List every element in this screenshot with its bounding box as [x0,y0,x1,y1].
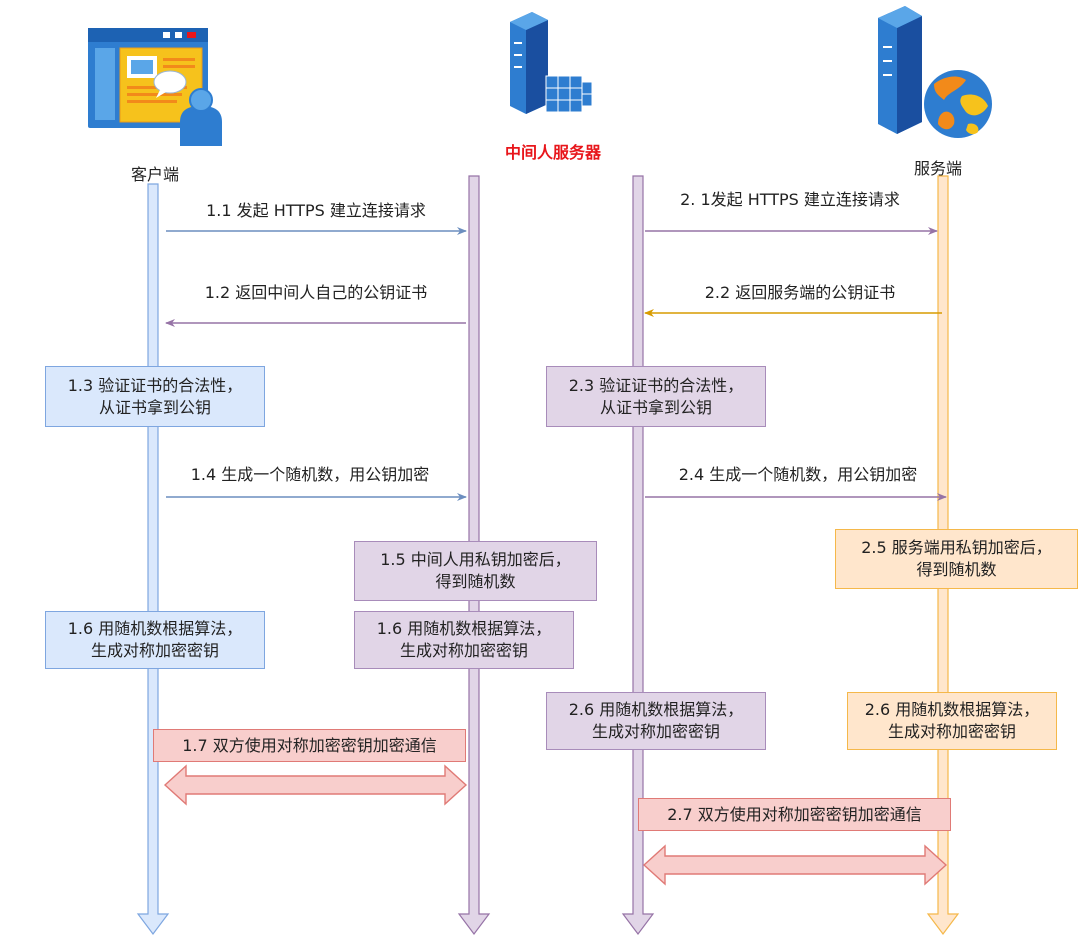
step-2-3-line-2: 从证书拿到公钥 [599,397,712,417]
message-1-1: 1.1 发起 HTTPS 建立连接请求 [206,201,426,220]
message-1-4: 1.4 生成一个随机数，用公钥加密 [190,465,430,484]
step-1-7-line-1: 1.7 双方使用对称加密密钥加密通信 [182,735,437,755]
step-1-6-mitm-box: 1.6 用随机数根据算法， 生成对称加密密钥 [354,611,574,669]
server-tower-grid-icon [510,12,593,114]
step-1-3-line-1: 1.3 验证证书的合法性， [67,375,243,395]
step-2-7-box: 2.7 双方使用对称加密密钥加密通信 [638,798,951,831]
step-1-6-client-line-1: 1.6 用随机数根据算法， [67,619,243,638]
mitm-server-label: 中间人服务器 [504,143,602,162]
https-mitm-sequence-diagram: 客户端 中间人服务器 服务端 1.1 发起 HTTPS 建立连接请求 1.2 返… [0,0,1087,936]
step-1-6-client-box: 1.6 用随机数根据算法， 生成对称加密密钥 [45,611,265,669]
step-1-3-line-2: 从证书拿到公钥 [98,397,211,417]
double-arrow-2-7 [642,844,948,886]
step-2-3-line-1: 2.3 验证证书的合法性， [568,375,744,395]
step-2-7-line-1: 2.7 双方使用对称加密密钥加密通信 [667,804,922,824]
step-2-6-mitm-line-2: 生成对称加密密钥 [591,722,720,741]
step-2-6-server-line-1: 2.6 用随机数根据算法， [864,700,1040,719]
step-2-6-mitm-line-1: 2.6 用随机数根据算法， [568,700,744,719]
step-2-5-box: 2.5 服务端用私钥加密后， 得到随机数 [835,529,1078,589]
step-2-5-line-1: 2.5 服务端用私钥加密后， [861,538,1052,557]
step-2-6-mitm-box: 2.6 用随机数根据算法， 生成对称加密密钥 [546,692,766,750]
message-2-4: 2.4 生成一个随机数，用公钥加密 [678,465,918,484]
step-2-6-server-line-2: 生成对称加密密钥 [887,722,1016,741]
step-1-3-box: 1.3 验证证书的合法性， 从证书拿到公钥 [45,366,265,427]
client-browser-user-icon [88,28,222,146]
step-1-6-mitm-line-1: 1.6 用随机数根据算法， [376,619,552,638]
step-1-7-box: 1.7 双方使用对称加密密钥加密通信 [153,729,466,762]
server-label: 服务端 [913,159,963,178]
step-1-5-line-2: 得到随机数 [435,572,516,591]
message-2-2: 2.2 返回服务端的公钥证书 [704,283,896,302]
message-1-2: 1.2 返回中间人自己的公钥证书 [204,283,428,302]
step-1-6-mitm-line-2: 生成对称加密密钥 [399,641,528,660]
lifeline-client [136,183,170,935]
message-2-1: 2. 1发起 HTTPS 建立连接请求 [680,190,900,209]
double-arrow-1-7 [163,764,468,806]
step-1-5-line-1: 1.5 中间人用私钥加密后， [380,550,571,569]
step-2-5-line-2: 得到随机数 [916,560,997,579]
client-label: 客户端 [130,165,180,184]
step-1-5-box: 1.5 中间人用私钥加密后， 得到随机数 [354,541,597,601]
step-1-6-client-line-2: 生成对称加密密钥 [90,641,219,660]
step-2-6-server-box: 2.6 用随机数根据算法， 生成对称加密密钥 [847,692,1057,750]
step-2-3-box: 2.3 验证证书的合法性， 从证书拿到公钥 [546,366,766,427]
server-tower-globe-icon [878,6,992,138]
